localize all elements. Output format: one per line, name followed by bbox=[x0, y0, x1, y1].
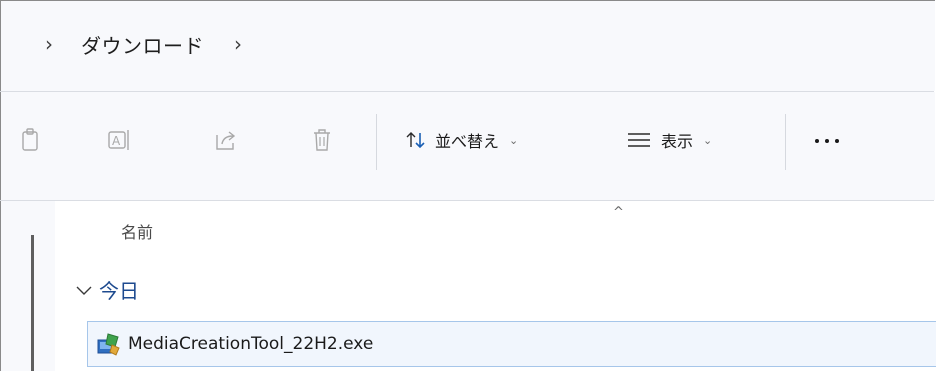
installer-icon bbox=[97, 333, 120, 356]
group-label: 今日 bbox=[99, 279, 139, 303]
group-header-today[interactable]: 今日 bbox=[75, 275, 139, 304]
more-options-button[interactable] bbox=[815, 139, 839, 143]
delete-icon[interactable] bbox=[309, 127, 335, 153]
sort-indicator-icon: ^ bbox=[613, 205, 624, 220]
sort-arrows-icon bbox=[406, 132, 425, 149]
dot-icon bbox=[825, 139, 829, 143]
navigation-pane bbox=[1, 201, 55, 371]
chevron-down-icon: ⌄ bbox=[509, 133, 519, 147]
toolbar-separator bbox=[376, 114, 377, 170]
file-row[interactable]: MediaCreationTool_22H2.exe bbox=[87, 321, 936, 367]
list-view-icon bbox=[628, 133, 650, 147]
breadcrumb-chevron[interactable]: › bbox=[45, 32, 53, 56]
sort-label: 並べ替え bbox=[435, 132, 500, 151]
sort-button[interactable]: 並べ替え ⌄ bbox=[405, 122, 518, 158]
breadcrumb-folder[interactable]: ダウンロード bbox=[81, 30, 204, 59]
navigation-scrollbar[interactable] bbox=[31, 235, 34, 371]
view-button[interactable]: 表示 ⌄ bbox=[627, 122, 712, 158]
breadcrumb: › ダウンロード › bbox=[1, 21, 935, 67]
file-name: MediaCreationTool_22H2.exe bbox=[128, 334, 374, 354]
column-header-name[interactable]: 名前 bbox=[121, 219, 153, 243]
command-bar: A 並べ替え ⌄ 表示 ⌄ bbox=[1, 92, 935, 200]
dot-icon bbox=[835, 139, 839, 143]
breadcrumb-chevron[interactable]: › bbox=[234, 32, 242, 56]
chevron-down-icon: ⌄ bbox=[703, 133, 713, 147]
dot-icon bbox=[815, 139, 819, 143]
address-bar: › ダウンロード › bbox=[1, 1, 935, 91]
copy-icon[interactable] bbox=[19, 127, 45, 153]
share-icon[interactable] bbox=[213, 127, 239, 153]
rename-icon[interactable]: A bbox=[107, 127, 133, 153]
svg-text:A: A bbox=[112, 134, 121, 148]
file-list-pane: ^ 名前 今日 MediaCreationTool_22H2.exe bbox=[1, 201, 936, 371]
toolbar-separator bbox=[785, 114, 786, 170]
view-label: 表示 bbox=[661, 132, 694, 151]
chevron-down-icon bbox=[76, 286, 92, 295]
